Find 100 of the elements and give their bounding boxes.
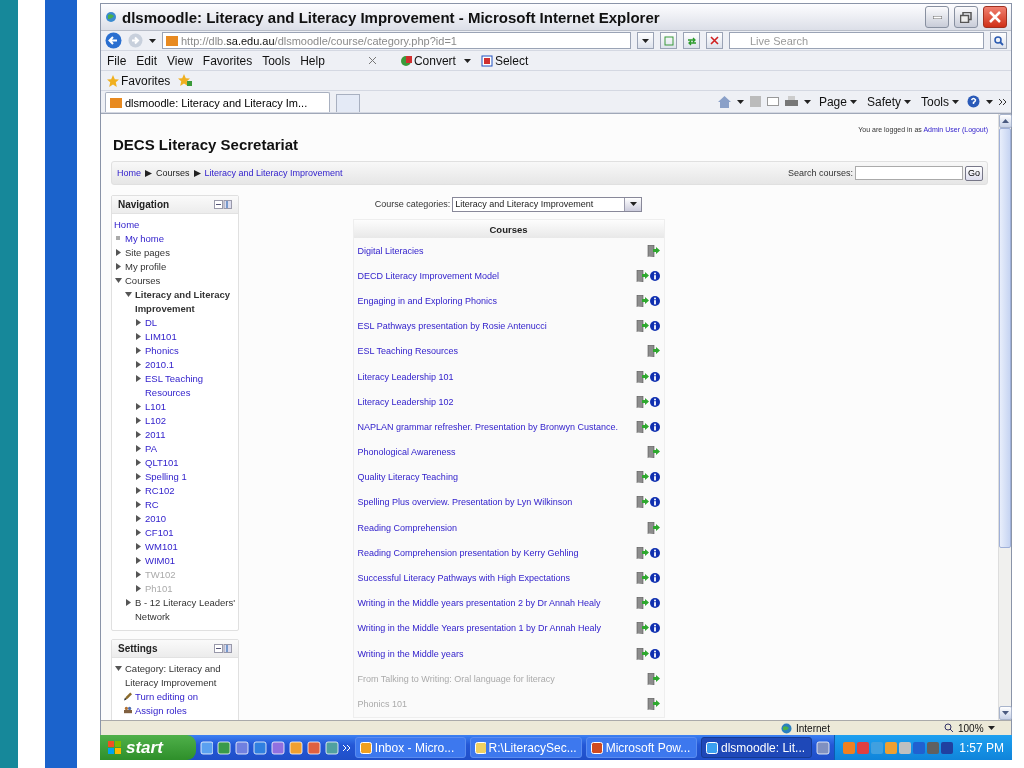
expand-icon[interactable] bbox=[134, 346, 142, 354]
door-arrow-icon[interactable] bbox=[635, 269, 649, 282]
browser-tab[interactable]: dlsmoodle: Literacy and Literacy Im... bbox=[105, 92, 330, 112]
nav-item[interactable]: 2011 bbox=[145, 428, 166, 442]
expand-icon[interactable] bbox=[134, 430, 142, 438]
nav-item[interactable]: My home bbox=[125, 232, 165, 246]
expand-icon[interactable] bbox=[134, 472, 142, 480]
door-arrow-icon[interactable] bbox=[635, 395, 649, 408]
nav-item[interactable]: L102 bbox=[145, 414, 167, 428]
menu-item[interactable]: Help bbox=[298, 53, 327, 68]
printer-icon[interactable] bbox=[784, 96, 798, 107]
close-button[interactable] bbox=[983, 6, 1007, 28]
taskbar-button[interactable]: R:\LiteracySec... bbox=[470, 737, 582, 758]
door-arrow-icon[interactable] bbox=[646, 244, 660, 257]
chevron-icon[interactable] bbox=[999, 98, 1007, 105]
menu-item[interactable]: View bbox=[165, 53, 195, 68]
nav-item[interactable]: WIM01 bbox=[145, 554, 176, 568]
menu-item[interactable]: File bbox=[105, 53, 129, 68]
tray-icons-drawing[interactable] bbox=[843, 740, 954, 755]
expand-icon[interactable] bbox=[134, 542, 142, 550]
nav-item[interactable]: QLT101 bbox=[145, 456, 179, 470]
nav-item[interactable]: RC bbox=[145, 498, 159, 512]
info-icon[interactable] bbox=[649, 371, 660, 382]
command-menu[interactable]: Tools bbox=[919, 94, 961, 109]
expand-icon[interactable] bbox=[134, 570, 142, 578]
nav-item[interactable]: LIM101 bbox=[145, 330, 177, 344]
nav-item[interactable]: My profile bbox=[125, 260, 167, 274]
info-icon[interactable] bbox=[649, 396, 660, 407]
refresh-button[interactable] bbox=[683, 32, 700, 49]
quick-launch-icon[interactable] bbox=[199, 740, 214, 755]
expand-icon[interactable] bbox=[134, 374, 142, 382]
expand-icon[interactable] bbox=[134, 402, 142, 410]
door-arrow-icon[interactable] bbox=[635, 546, 649, 559]
down-arrow-icon[interactable] bbox=[1001, 711, 1009, 715]
nav-item[interactable]: Phonics bbox=[145, 344, 179, 358]
dropdown-button[interactable] bbox=[637, 32, 654, 49]
expand-icon[interactable] bbox=[134, 444, 142, 452]
door-arrow-icon[interactable] bbox=[635, 647, 649, 660]
info-icon[interactable] bbox=[649, 270, 660, 281]
quick-launch-icon[interactable] bbox=[271, 740, 286, 755]
info-icon[interactable] bbox=[649, 472, 660, 483]
quick-launch-icon[interactable] bbox=[325, 740, 339, 755]
expand-icon[interactable] bbox=[134, 514, 142, 522]
info-icon[interactable] bbox=[649, 421, 660, 432]
course-link[interactable]: ESL Teaching Resources bbox=[357, 346, 459, 357]
quick-launch-icon[interactable] bbox=[253, 740, 268, 755]
collapse-icon[interactable] bbox=[114, 664, 122, 672]
expand-icon[interactable] bbox=[134, 458, 142, 466]
expand-icon[interactable] bbox=[134, 486, 142, 494]
block-controls-icon[interactable] bbox=[214, 644, 232, 653]
nav-item[interactable]: 2010.1 bbox=[145, 358, 175, 372]
expand-icon[interactable] bbox=[134, 416, 142, 424]
course-link[interactable]: Quality Literacy Teaching bbox=[357, 472, 458, 483]
course-link[interactable]: Reading Comprehension presentation by Kerry Gehling bbox=[357, 547, 579, 558]
breadcrumb-link[interactable]: Home bbox=[117, 168, 141, 178]
door-arrow-icon[interactable] bbox=[646, 446, 660, 459]
expand-icon[interactable] bbox=[134, 556, 142, 564]
info-icon[interactable] bbox=[649, 598, 660, 609]
course-link[interactable]: Literacy Leadership 101 bbox=[357, 371, 454, 382]
search-button[interactable] bbox=[990, 32, 1007, 49]
course-link[interactable]: DECD Literacy Improvement Model bbox=[357, 270, 500, 281]
info-icon[interactable] bbox=[649, 547, 660, 558]
up-arrow-icon[interactable] bbox=[1001, 119, 1009, 123]
taskbar-button[interactable]: Microsoft Pow... bbox=[585, 737, 698, 758]
menu-item[interactable]: Edit bbox=[134, 53, 160, 68]
nav-item[interactable]: PA bbox=[145, 442, 157, 456]
help-icon[interactable] bbox=[967, 95, 980, 108]
select-button[interactable]: Select bbox=[478, 53, 531, 68]
info-icon[interactable] bbox=[649, 497, 660, 508]
door-arrow-icon[interactable] bbox=[646, 345, 660, 358]
info-icon[interactable] bbox=[649, 623, 660, 634]
expand-icon[interactable] bbox=[134, 500, 142, 508]
door-arrow-icon[interactable] bbox=[635, 496, 649, 509]
quick-launch-icon[interactable] bbox=[289, 740, 304, 755]
collapse-icon[interactable] bbox=[114, 276, 122, 284]
address-field[interactable]: http://dlb.sa.edu.au/dlsmoodle/course/category.php?id=1 bbox=[162, 32, 631, 49]
course-link[interactable]: Reading Comprehension bbox=[357, 522, 458, 533]
door-arrow-icon[interactable] bbox=[635, 320, 649, 333]
quick-launch-icon[interactable] bbox=[217, 740, 232, 755]
nav-item[interactable]: Home bbox=[114, 218, 140, 232]
expand-icon[interactable] bbox=[134, 332, 142, 340]
door-arrow-icon[interactable] bbox=[635, 572, 649, 585]
restore-button[interactable] bbox=[954, 6, 978, 28]
door-arrow-icon[interactable] bbox=[635, 294, 649, 307]
category-select[interactable]: Literacy and Literacy Improvement bbox=[452, 196, 643, 212]
course-link[interactable]: Literacy Leadership 102 bbox=[357, 396, 454, 407]
scrollbar[interactable] bbox=[998, 114, 1011, 720]
expand-icon[interactable] bbox=[114, 262, 122, 270]
expand-icon[interactable] bbox=[114, 248, 122, 256]
zoom-level[interactable]: 100% bbox=[958, 722, 984, 734]
nav-item[interactable]: ESL Teaching Resources bbox=[145, 372, 236, 400]
expand-icon[interactable] bbox=[134, 318, 142, 326]
course-link[interactable]: Spelling Plus overview. Presentation by Lyn Wilkinson bbox=[357, 497, 573, 508]
door-arrow-icon[interactable] bbox=[635, 420, 649, 433]
collapse-icon[interactable] bbox=[124, 290, 132, 298]
expand-icon[interactable] bbox=[124, 598, 132, 606]
go-button[interactable]: Go bbox=[965, 165, 983, 181]
course-link[interactable]: Digital Literacies bbox=[357, 245, 424, 256]
minimize-button[interactable] bbox=[925, 6, 949, 28]
course-link[interactable]: Writing in the Middle years presentation 2 by Dr Annah Healy bbox=[357, 598, 601, 609]
